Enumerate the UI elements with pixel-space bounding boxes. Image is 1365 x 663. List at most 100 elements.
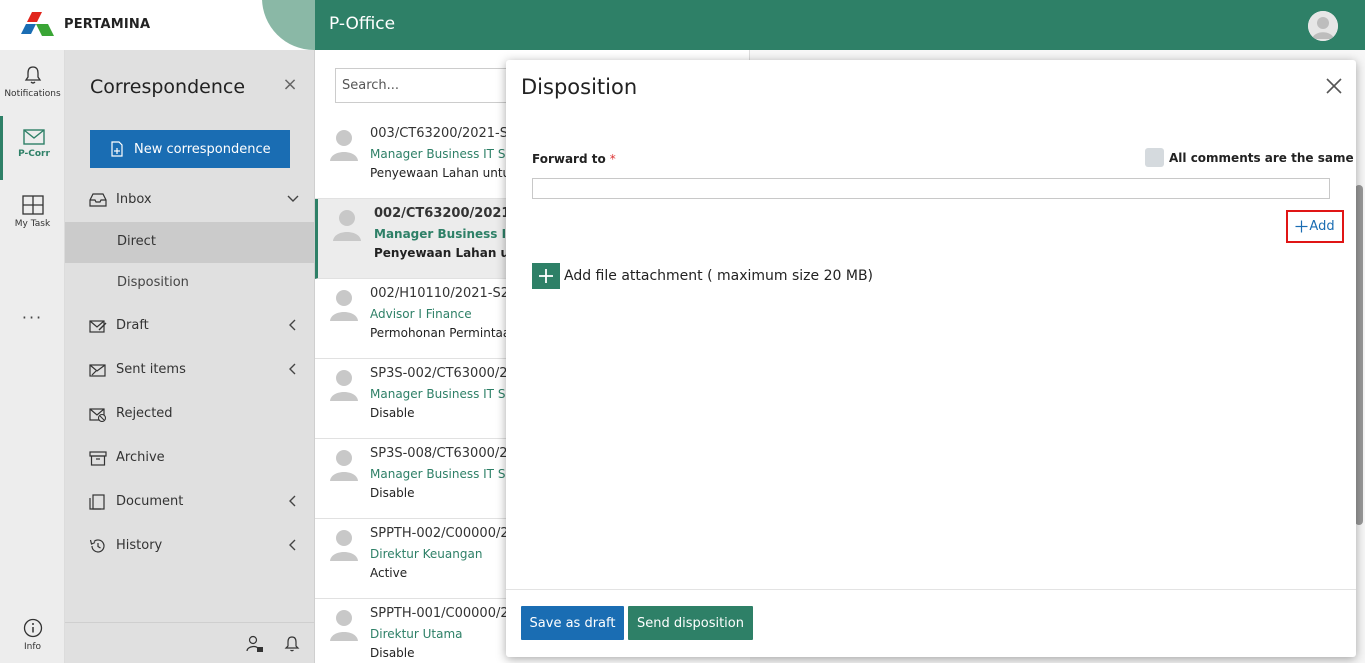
- nav-panel: Correspondence × New correspondence Inbo…: [65, 50, 315, 663]
- rail-more-icon[interactable]: ···: [0, 308, 65, 327]
- top-bar: PERTAMINA P-Office: [0, 0, 1365, 50]
- user-avatar[interactable]: [1308, 11, 1338, 41]
- add-attachment-label: Add file attachment ( maximum size 20 MB…: [564, 268, 874, 284]
- list-item-sender: Manager Business IT Sol: [370, 387, 517, 401]
- add-attachment[interactable]: Add file attachment ( maximum size 20 MB…: [532, 263, 873, 289]
- nav-title: Correspondence: [90, 76, 246, 98]
- dialog-footer: Save as draft Send disposition: [506, 589, 1356, 657]
- nav-item-draft[interactable]: Draft: [65, 305, 314, 347]
- same-comments-toggle[interactable]: All comments are the same: [1145, 148, 1354, 167]
- chevron-left-icon: [289, 363, 296, 375]
- list-item-subject: Penyewaan Lahan untuk: [370, 166, 518, 180]
- nav-item-inbox[interactable]: Inbox: [65, 179, 314, 221]
- required-mark: *: [609, 152, 616, 166]
- new-correspondence-label: New correspondence: [134, 141, 271, 157]
- nav-item-rejected-label: Rejected: [116, 406, 173, 421]
- rail-p-corr[interactable]: P-Corr: [0, 116, 65, 180]
- list-item-subject: Disable: [370, 486, 415, 500]
- list-item-subject: Active: [370, 566, 408, 580]
- new-correspondence-button[interactable]: New correspondence: [90, 130, 290, 168]
- list-item-subject: Permohonan Permintaan: [370, 326, 518, 340]
- nav-item-archive[interactable]: Archive: [65, 437, 314, 479]
- same-comments-label: All comments are the same: [1169, 150, 1354, 165]
- info-icon: [23, 618, 42, 638]
- nav-bottom-bar: [65, 622, 314, 663]
- chevron-left-icon: [289, 319, 296, 331]
- add-recipient-button[interactable]: Add: [1286, 210, 1344, 243]
- list-item-number: 003/CT63200/2021-S6: [370, 126, 517, 141]
- bell-icon: [24, 66, 41, 84]
- brand-name: PERTAMINA: [64, 17, 151, 32]
- nav-item-draft-label: Draft: [116, 318, 149, 333]
- user-avatar-icon: [1308, 11, 1338, 41]
- list-item-number: 002/CT63200/2021-S: [374, 206, 526, 221]
- new-document-icon: [111, 141, 123, 157]
- nav-item-history-label: History: [116, 538, 163, 553]
- mail-icon: [23, 129, 45, 145]
- archive-icon: [89, 451, 107, 466]
- list-item-sender: Direktur Keuangan: [370, 547, 483, 561]
- inbox-icon: [89, 193, 107, 207]
- draft-icon: [89, 320, 107, 333]
- pertamina-logo-icon: [21, 12, 54, 36]
- user-lock-icon[interactable]: [246, 635, 264, 653]
- nav-item-direct-label: Direct: [117, 234, 156, 249]
- rail-notifications-label: Notifications: [4, 89, 61, 99]
- rail-notifications[interactable]: Notifications: [0, 65, 65, 99]
- add-attachment-button[interactable]: [532, 263, 560, 289]
- list-item-sender: Advisor I Finance: [370, 307, 472, 321]
- rail-my-task-label: My Task: [14, 219, 51, 229]
- nav-item-sent-items[interactable]: Sent items: [65, 349, 314, 391]
- chevron-left-icon: [289, 495, 296, 507]
- add-recipient-label: Add: [1309, 219, 1335, 234]
- rail-p-corr-label: P-Corr: [18, 149, 50, 159]
- history-icon: [89, 539, 105, 553]
- nav-item-rejected[interactable]: Rejected: [65, 393, 314, 435]
- list-item-number: SP3S-002/CT63000/20: [370, 366, 516, 381]
- nav-close-icon[interactable]: ×: [282, 76, 298, 94]
- forward-to-label-text: Forward to: [532, 152, 606, 166]
- list-item-sender: Manager Business IT Sol: [370, 467, 517, 481]
- rail-info[interactable]: Info: [0, 618, 65, 652]
- brand-curve-decoration: [262, 0, 315, 50]
- sender-avatar-icon: [330, 370, 358, 401]
- plus-icon: [1295, 220, 1308, 233]
- same-comments-checkbox[interactable]: [1145, 148, 1164, 167]
- list-item-number: 002/H10110/2021-S2: [370, 286, 510, 301]
- rail-my-task[interactable]: My Task: [0, 195, 65, 229]
- nav-item-sent-items-label: Sent items: [116, 362, 186, 377]
- bell-icon[interactable]: [284, 635, 300, 653]
- rail-info-label: Info: [23, 642, 42, 652]
- save-as-draft-button[interactable]: Save as draft: [521, 606, 624, 640]
- nav-item-history[interactable]: History: [65, 525, 314, 567]
- sender-avatar-icon: [330, 530, 358, 561]
- list-item-subject: Disable: [370, 646, 415, 660]
- sender-avatar-icon: [333, 210, 361, 241]
- nav-item-disposition[interactable]: Disposition: [65, 263, 314, 304]
- scrollbar[interactable]: [1355, 185, 1363, 525]
- sent-icon: [89, 364, 106, 377]
- forward-to-field[interactable]: [532, 178, 1330, 199]
- icon-rail: Notifications P-Corr My Task ··· Info: [0, 50, 65, 663]
- nav-item-document-label: Document: [116, 494, 184, 509]
- nav-item-document[interactable]: Document: [65, 481, 314, 523]
- dialog-title: Disposition: [521, 75, 638, 99]
- app-window: PERTAMINA P-Office Notifications P-Corr: [0, 0, 1365, 663]
- grid-icon: [21, 195, 44, 215]
- sender-avatar-icon: [330, 610, 358, 641]
- app-title: P-Office: [329, 14, 396, 34]
- sender-avatar-icon: [330, 130, 358, 161]
- close-icon[interactable]: [1324, 76, 1344, 96]
- list-item-subject: Disable: [370, 406, 415, 420]
- nav-item-inbox-label: Inbox: [116, 192, 152, 207]
- disposition-dialog: Disposition Forward to * All comments are…: [506, 60, 1356, 657]
- list-item-number: SPPTH-002/C00000/20: [370, 526, 517, 541]
- list-item-sender: Direktur Utama: [370, 627, 463, 641]
- brand-area: PERTAMINA: [0, 0, 315, 50]
- send-disposition-button[interactable]: Send disposition: [628, 606, 753, 640]
- sender-avatar-icon: [330, 290, 358, 321]
- chevron-down-icon: [287, 195, 299, 202]
- rejected-icon: [89, 408, 107, 422]
- nav-item-direct[interactable]: Direct: [65, 222, 314, 263]
- document-icon: [89, 494, 105, 510]
